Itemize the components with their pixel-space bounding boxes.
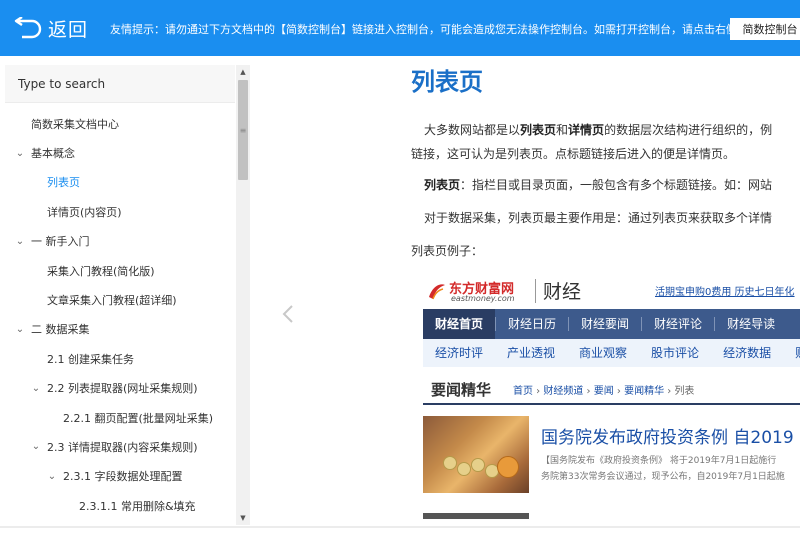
sidebar-scrollbar[interactable]: ▲ ≡ ▼ bbox=[236, 65, 250, 525]
chevron-down-icon[interactable]: ⌄ bbox=[13, 236, 27, 247]
search-input[interactable] bbox=[5, 65, 235, 103]
toc-item-label: 2.3.1.1 常用删除&填充 bbox=[79, 499, 196, 513]
nav-finance-guide[interactable]: 财经导读 bbox=[715, 309, 787, 339]
nav-finance-news[interactable]: 财经要闻 bbox=[569, 309, 641, 339]
nav-industry[interactable]: 产业透视 bbox=[495, 339, 567, 367]
toc-item-label: 采集入门教程(简化版) bbox=[47, 264, 155, 278]
news-title-link[interactable]: 国务院发布政府投资条例 自2019 bbox=[541, 423, 794, 448]
chevron-down-icon[interactable]: ⌄ bbox=[29, 383, 43, 394]
toc-item-data-collection[interactable]: ⌄ 二 数据采集 bbox=[5, 315, 235, 344]
news-thumbnail-next[interactable] bbox=[423, 513, 529, 519]
nav-economic-data[interactable]: 经济数据 bbox=[711, 339, 783, 367]
toc-item-label: 2.2 列表提取器(网址采集规则) bbox=[47, 382, 198, 396]
breadcrumb-home[interactable]: 首页 bbox=[513, 386, 533, 397]
breadcrumb-highlights[interactable]: 要闻精华 bbox=[624, 386, 664, 397]
toc-item-list-page[interactable]: 列表页 bbox=[5, 168, 235, 197]
paragraph-intro-line2: 链接，这可认为是列表页。点标题链接后进入的便是详情页。 bbox=[411, 147, 736, 161]
toc-item-label: 文章采集入门教程(超详细) bbox=[47, 294, 177, 308]
back-label: 返回 bbox=[48, 18, 89, 41]
toc-item-label: 一 新手入门 bbox=[31, 235, 90, 249]
chevron-down-icon[interactable]: ⌄ bbox=[29, 441, 43, 452]
brand-divider bbox=[535, 279, 536, 303]
top-bar: 返回 友情提示：请勿通过下方文档中的【简数控制台】链接进入控制台，可能会造成您无… bbox=[0, 0, 800, 56]
chevron-down-icon[interactable]: ⌄ bbox=[13, 148, 27, 159]
back-button[interactable]: 返回 bbox=[14, 12, 88, 44]
nav-economic-commentary[interactable]: 经济时评 bbox=[423, 339, 495, 367]
news-thumbnail[interactable] bbox=[423, 416, 529, 493]
breadcrumb-news[interactable]: 要闻 bbox=[594, 386, 614, 397]
paragraph-intro: 大多数网站都是以列表页和详情页的数据层次结构进行组织的，例 bbox=[424, 123, 773, 137]
toc-item-label: 2.3 详情提取器(内容采集规则) bbox=[47, 440, 198, 454]
section-divider bbox=[423, 403, 800, 405]
toc-item-label: 2.2.1 翻页配置(批量网址采集) bbox=[63, 411, 214, 425]
toc-item-create-task[interactable]: 2.1 创建采集任务 bbox=[5, 344, 235, 373]
toc-item-label: 二 数据采集 bbox=[31, 323, 90, 337]
eastmoney-logo-icon bbox=[429, 284, 445, 300]
toc-item-simple-tutorial[interactable]: 采集入门教程(简化版) bbox=[5, 256, 235, 285]
section-name: 财经 bbox=[543, 281, 582, 303]
news-summary-line1: 【国务院发布《政府投资条例》 将于2019年7月1日起施行 bbox=[541, 456, 777, 466]
notice-text: 友情提示：请勿通过下方文档中的【简数控制台】链接进入控制台，可能会造成您无法操作… bbox=[110, 23, 770, 36]
console-button[interactable]: 简数控制台 bbox=[730, 18, 800, 40]
toc-item-label: 2.3.1 字段数据处理配置 bbox=[63, 470, 183, 484]
toc-item-detail-extractor[interactable]: ⌄ 2.3 详情提取器(内容采集规则) bbox=[5, 432, 235, 461]
breadcrumb: 首页 › 财经频道 › 要闻 › 要闻精华 › 列表 bbox=[513, 386, 695, 397]
nav-finance-home[interactable]: 财经首页 bbox=[423, 309, 496, 339]
secondary-nav: 经济时评 产业透视 商业观察 股市评论 经济数据 财 bbox=[423, 339, 800, 367]
chevron-down-icon[interactable]: ⌄ bbox=[45, 471, 59, 482]
brand-domain: eastmoney.com bbox=[451, 294, 515, 303]
page-title: 列表页 bbox=[411, 68, 483, 96]
nav-finance-commentary[interactable]: 财经评论 bbox=[642, 309, 714, 339]
chevron-down-icon[interactable]: ⌄ bbox=[13, 324, 27, 335]
paragraph-definition: 列表页：指栏目或目录页面，一般包含有多个标题链接。如：网站 bbox=[424, 178, 773, 192]
toc-item-list-extractor[interactable]: ⌄ 2.2 列表提取器(网址采集规则) bbox=[5, 374, 235, 403]
promo-link[interactable]: 活期宝申购0费用 历史七日年化 bbox=[655, 283, 795, 298]
toc-item-pagination[interactable]: 2.2.1 翻页配置(批量网址采集) bbox=[5, 403, 235, 432]
back-arrow-icon bbox=[14, 17, 42, 39]
news-summary-line2: 务院第33次常务会议通过，现予公布，自2019年7月1日起施 bbox=[541, 472, 785, 482]
toc-item-field-processing[interactable]: ⌄ 2.3.1 字段数据处理配置 bbox=[5, 462, 235, 491]
toc-item-label: 详情页(内容页) bbox=[47, 205, 122, 219]
section-title: 要闻精华 bbox=[431, 381, 492, 399]
breadcrumb-channel[interactable]: 财经频道 bbox=[543, 386, 583, 397]
paragraph-example-label: 列表页例子： bbox=[411, 244, 484, 258]
toc-list: 简数采集文档中心 ⌄ 基本概念 列表页 详情页(内容页) ⌄ 一 新手入门 采集… bbox=[5, 109, 235, 520]
toc-item-detail-page[interactable]: 详情页(内容页) bbox=[5, 197, 235, 226]
toc-item-label: 2.1 创建采集任务 bbox=[47, 352, 134, 366]
toc-item-article-tutorial[interactable]: 文章采集入门教程(超详细) bbox=[5, 285, 235, 314]
nav-more[interactable]: 财 bbox=[783, 339, 800, 367]
toc-item-label: 列表页 bbox=[47, 176, 80, 190]
toc-item-getting-started[interactable]: ⌄ 一 新手入门 bbox=[5, 227, 235, 256]
primary-nav: 财经首页 财经日历 财经要闻 财经评论 财经导读 bbox=[423, 309, 800, 339]
scroll-up-icon[interactable]: ▲ bbox=[236, 65, 250, 79]
breadcrumb-list: 列表 bbox=[674, 386, 695, 397]
scroll-thumb[interactable]: ≡ bbox=[238, 80, 248, 180]
nav-business[interactable]: 商业观察 bbox=[567, 339, 639, 367]
sidebar: 简数采集文档中心 ⌄ 基本概念 列表页 详情页(内容页) ⌄ 一 新手入门 采集… bbox=[0, 65, 250, 525]
nav-stock-commentary[interactable]: 股市评论 bbox=[639, 339, 711, 367]
toc-item-basic-concepts[interactable]: ⌄ 基本概念 bbox=[5, 138, 235, 167]
toc-item-doc-center[interactable]: 简数采集文档中心 bbox=[5, 109, 235, 138]
paragraph-purpose: 对于数据采集，列表页最主要作用是：通过列表页来获取多个详情 bbox=[424, 211, 773, 225]
scroll-down-icon[interactable]: ▼ bbox=[236, 511, 250, 525]
toc-item-label: 基本概念 bbox=[31, 147, 75, 161]
list-page-example-image: 东方财富网 eastmoney.com 财经 活期宝申购0费用 历史七日年化 财… bbox=[417, 273, 800, 519]
grip-icon: ≡ bbox=[239, 125, 247, 135]
toc-item-label: 简数采集文档中心 bbox=[31, 117, 119, 131]
bottom-divider bbox=[0, 526, 800, 528]
doc-content: 列表页 大多数网站都是以列表页和详情页的数据层次结构进行组织的，例 链接，这可认… bbox=[411, 60, 800, 520]
toc-item-delete-fill[interactable]: 2.3.1.1 常用删除&填充 bbox=[5, 491, 235, 520]
nav-finance-calendar[interactable]: 财经日历 bbox=[496, 309, 568, 339]
previous-page-icon[interactable] bbox=[280, 300, 296, 328]
